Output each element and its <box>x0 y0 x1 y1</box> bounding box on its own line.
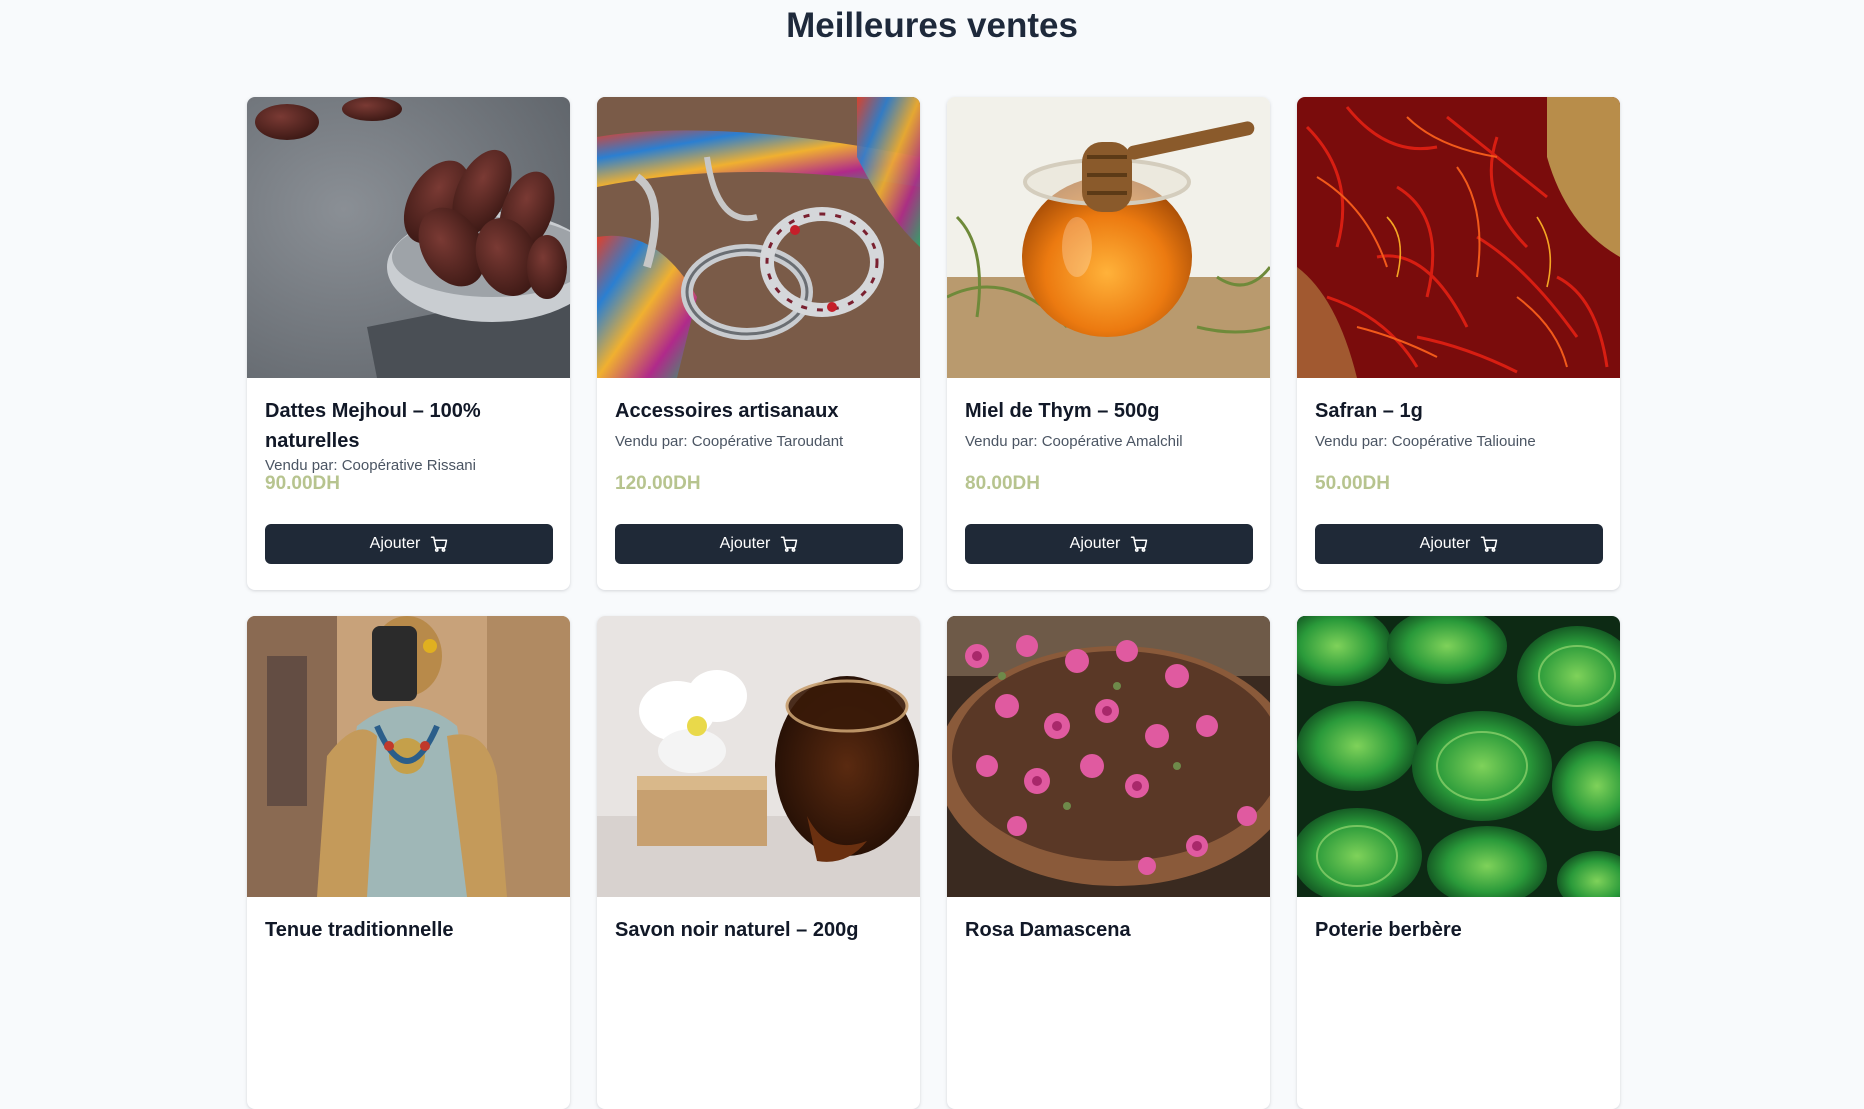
honey-jar-photo[interactable] <box>947 97 1270 378</box>
cart-icon <box>781 536 798 552</box>
product-title[interactable]: Dattes Mejhoul – 100% naturelles <box>265 396 552 456</box>
product-card[interactable]: Safran – 1g Vendu par: Coopérative Talio… <box>1297 97 1620 590</box>
product-price: 50.00DH <box>1315 473 1390 494</box>
product-seller: Vendu par: Coopérative Taroudant <box>615 433 844 450</box>
bracelets-photo[interactable] <box>597 97 920 378</box>
saffron-photo[interactable] <box>1297 97 1620 378</box>
product-price: 80.00DH <box>965 473 1040 494</box>
product-price: 120.00DH <box>615 473 701 494</box>
add-button-label: Ajouter <box>719 535 771 552</box>
add-button-label: Ajouter <box>369 535 421 552</box>
product-title[interactable]: Tenue traditionnelle <box>265 915 552 945</box>
product-card[interactable]: Miel de Thym – 500g Vendu par: Coopérati… <box>947 97 1270 590</box>
product-card[interactable]: Rosa Damascena <box>947 616 1270 1109</box>
cart-icon <box>1481 536 1498 552</box>
add-to-cart-button[interactable]: Ajouter <box>615 524 903 564</box>
product-title[interactable]: Safran – 1g <box>1315 396 1602 426</box>
section-title: Meilleures ventes <box>786 6 1078 45</box>
product-title[interactable]: Accessoires artisanaux <box>615 396 902 426</box>
product-seller: Vendu par: Coopérative Taliouine <box>1315 433 1536 450</box>
product-seller: Vendu par: Coopérative Amalchil <box>965 433 1183 450</box>
product-card[interactable]: Dattes Mejhoul – 100% naturelles Vendu p… <box>247 97 570 590</box>
product-title[interactable]: Rosa Damascena <box>965 915 1252 945</box>
traditional-outfit-photo[interactable] <box>247 616 570 897</box>
dried-roses-photo[interactable] <box>947 616 1270 897</box>
add-button-label: Ajouter <box>1419 535 1471 552</box>
product-title[interactable]: Miel de Thym – 500g <box>965 396 1252 426</box>
product-card[interactable]: Tenue traditionnelle <box>247 616 570 1109</box>
product-price: 90.00DH <box>265 473 340 494</box>
add-button-label: Ajouter <box>1069 535 1121 552</box>
product-card[interactable]: Accessoires artisanaux Vendu par: Coopér… <box>597 97 920 590</box>
product-card[interactable]: Poterie berbère <box>1297 616 1620 1109</box>
product-title[interactable]: Poterie berbère <box>1315 915 1602 945</box>
dates-photo[interactable] <box>247 97 570 378</box>
add-to-cart-button[interactable]: Ajouter <box>965 524 1253 564</box>
add-to-cart-button[interactable]: Ajouter <box>265 524 553 564</box>
green-pottery-photo[interactable] <box>1297 616 1620 897</box>
product-card[interactable]: Savon noir naturel – 200g <box>597 616 920 1109</box>
add-to-cart-button[interactable]: Ajouter <box>1315 524 1603 564</box>
product-grid: Dattes Mejhoul – 100% naturelles Vendu p… <box>247 97 1620 1109</box>
black-soap-photo[interactable] <box>597 616 920 897</box>
cart-icon <box>1131 536 1148 552</box>
product-title[interactable]: Savon noir naturel – 200g <box>615 915 902 945</box>
cart-icon <box>431 536 448 552</box>
